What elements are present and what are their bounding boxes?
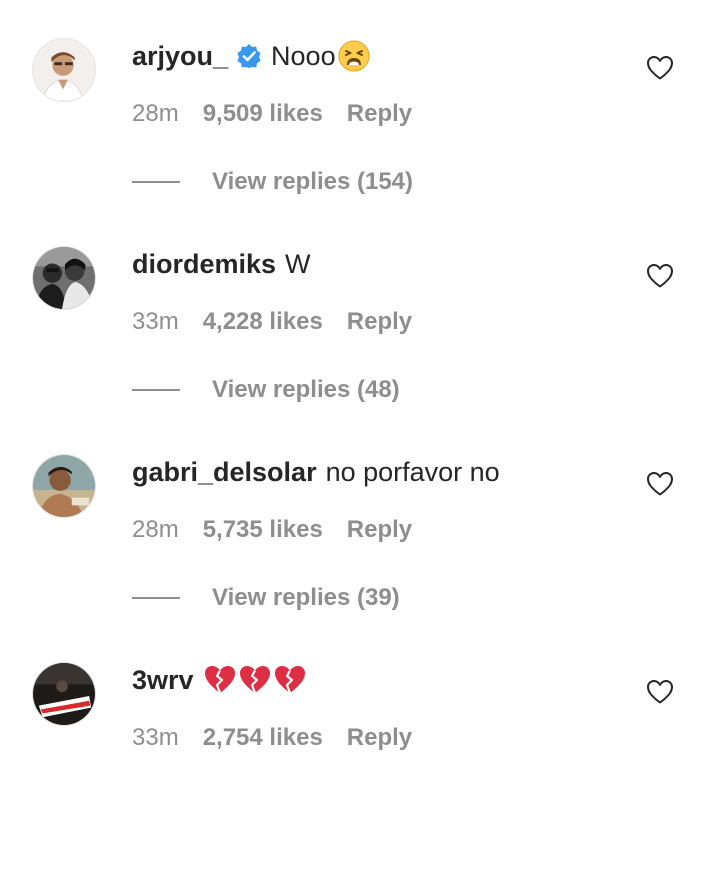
- like-heart-icon[interactable]: [646, 679, 674, 705]
- likes-count[interactable]: 9,509 likes: [203, 100, 323, 128]
- likes-count[interactable]: 4,228 likes: [203, 308, 323, 336]
- replies-divider-line: [132, 389, 180, 391]
- view-replies-button[interactable]: View replies (154): [132, 168, 413, 196]
- comment-line: diordemiks W: [132, 246, 311, 282]
- view-replies-label: View replies (154): [212, 168, 413, 195]
- reply-button[interactable]: Reply: [347, 100, 412, 128]
- view-replies-label: View replies (39): [212, 584, 400, 611]
- comment-item: 3wrv 33m 2,754 likes Reply: [0, 662, 720, 870]
- username[interactable]: arjyou_: [132, 41, 228, 72]
- comment-item: arjyou_ Nooo 28m 9,509 likes Reply View …: [0, 38, 720, 246]
- timestamp: 28m: [132, 516, 179, 543]
- broken-heart-icon: [204, 664, 308, 696]
- reply-button[interactable]: Reply: [347, 516, 412, 544]
- reply-button[interactable]: Reply: [347, 724, 412, 752]
- view-replies-button[interactable]: View replies (39): [132, 584, 400, 612]
- comment-item: gabri_delsolar no porfavor no 28m 5,735 …: [0, 454, 720, 662]
- comment-line: arjyou_ Nooo: [132, 38, 370, 74]
- comment-meta: 33m 4,228 likes Reply: [132, 308, 412, 336]
- view-replies-label: View replies (48): [212, 376, 400, 403]
- username[interactable]: gabri_delsolar: [132, 457, 317, 488]
- comment-meta: 33m 2,754 likes Reply: [132, 724, 412, 752]
- comment-meta: 28m 9,509 likes Reply: [132, 100, 412, 128]
- timestamp: 33m: [132, 308, 179, 335]
- view-replies-button[interactable]: View replies (48): [132, 376, 400, 404]
- comment-item: diordemiks W 33m 4,228 likes Reply View …: [0, 246, 720, 454]
- like-heart-icon[interactable]: [646, 471, 674, 497]
- timestamp: 33m: [132, 724, 179, 751]
- username[interactable]: diordemiks: [132, 249, 276, 280]
- reply-button[interactable]: Reply: [347, 308, 412, 336]
- comment-line: 3wrv: [132, 662, 308, 698]
- comment-text: no porfavor no: [325, 456, 500, 487]
- username[interactable]: 3wrv: [132, 665, 194, 696]
- avatar[interactable]: [32, 454, 96, 518]
- replies-divider-line: [132, 597, 180, 599]
- comment-line: gabri_delsolar no porfavor no: [132, 454, 500, 490]
- avatar[interactable]: [32, 662, 96, 726]
- comment-text: Nooo: [271, 40, 336, 71]
- avatar[interactable]: [32, 38, 96, 102]
- avatar[interactable]: [32, 246, 96, 310]
- like-heart-icon[interactable]: [646, 263, 674, 289]
- weary-face-icon: [338, 40, 370, 72]
- comment-meta: 28m 5,735 likes Reply: [132, 516, 412, 544]
- replies-divider-line: [132, 181, 180, 183]
- likes-count[interactable]: 2,754 likes: [203, 724, 323, 752]
- verified-badge-icon: [236, 43, 262, 69]
- likes-count[interactable]: 5,735 likes: [203, 516, 323, 544]
- timestamp: 28m: [132, 100, 179, 127]
- comment-text: W: [285, 248, 311, 279]
- like-heart-icon[interactable]: [646, 55, 674, 81]
